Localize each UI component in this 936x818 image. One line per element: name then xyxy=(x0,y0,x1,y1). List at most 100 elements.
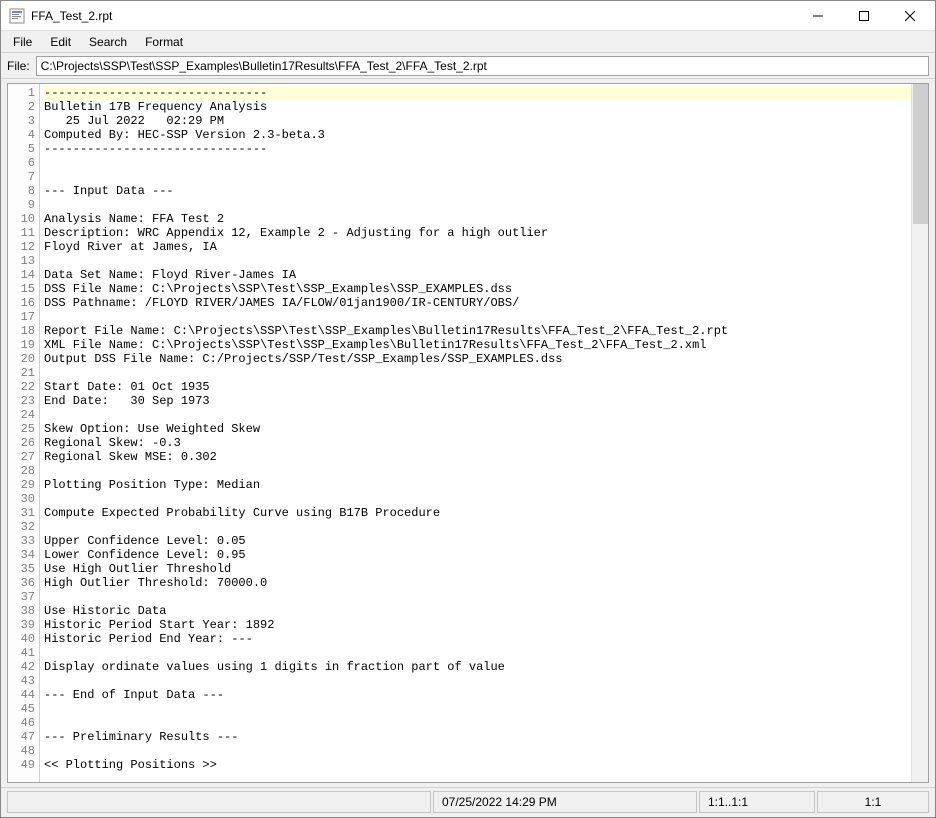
line-number: 12 xyxy=(8,240,39,254)
text-line[interactable]: Analysis Name: FFA Test 2 xyxy=(44,212,911,226)
line-number: 37 xyxy=(8,590,39,604)
file-path-input[interactable] xyxy=(36,56,929,76)
text-line[interactable]: Regional Skew MSE: 0.302 xyxy=(44,450,911,464)
text-line[interactable]: High Outlier Threshold: 70000.0 xyxy=(44,576,911,590)
statusbar: 07/25/2022 14:29 PM 1:1..1:1 1:1 xyxy=(1,787,935,815)
text-line[interactable] xyxy=(44,254,911,268)
text-line[interactable]: Lower Confidence Level: 0.95 xyxy=(44,548,911,562)
text-line[interactable]: Bulletin 17B Frequency Analysis xyxy=(44,100,911,114)
titlebar[interactable]: FFA_Test_2.rpt xyxy=(1,1,935,31)
text-line[interactable] xyxy=(44,366,911,380)
text-line[interactable]: << Plotting Positions >> xyxy=(44,758,911,772)
text-line[interactable]: Plotting Position Type: Median xyxy=(44,478,911,492)
text-line[interactable]: Start Date: 01 Oct 1935 xyxy=(44,380,911,394)
text-line[interactable]: Display ordinate values using 1 digits i… xyxy=(44,660,911,674)
text-line[interactable]: ------------------------------- xyxy=(44,142,911,156)
text-line[interactable]: ------------------------------- xyxy=(44,86,911,100)
menu-file[interactable]: File xyxy=(5,33,40,51)
editor-viewport: 1234567891011121314151617181920212223242… xyxy=(7,83,929,783)
line-number: 46 xyxy=(8,716,39,730)
text-line[interactable]: Regional Skew: -0.3 xyxy=(44,436,911,450)
line-number: 29 xyxy=(8,478,39,492)
scroll-thumb[interactable] xyxy=(913,84,928,224)
text-line[interactable]: Use Historic Data xyxy=(44,604,911,618)
line-number: 44 xyxy=(8,688,39,702)
text-line[interactable] xyxy=(44,492,911,506)
window-controls xyxy=(795,1,933,31)
maximize-button[interactable] xyxy=(841,1,887,31)
line-number: 40 xyxy=(8,632,39,646)
editor-area: 1234567891011121314151617181920212223242… xyxy=(1,79,935,787)
line-number: 21 xyxy=(8,366,39,380)
line-number: 27 xyxy=(8,450,39,464)
line-number: 42 xyxy=(8,660,39,674)
line-number: 2 xyxy=(8,100,39,114)
text-line[interactable]: End Date: 30 Sep 1973 xyxy=(44,394,911,408)
vertical-scrollbar[interactable] xyxy=(911,84,928,782)
line-number: 4 xyxy=(8,128,39,142)
text-line[interactable] xyxy=(44,702,911,716)
line-number: 48 xyxy=(8,744,39,758)
text-line[interactable]: Historic Period Start Year: 1892 xyxy=(44,618,911,632)
text-line[interactable] xyxy=(44,520,911,534)
line-number: 28 xyxy=(8,464,39,478)
line-number: 11 xyxy=(8,226,39,240)
text-line[interactable] xyxy=(44,646,911,660)
text-line[interactable] xyxy=(44,744,911,758)
text-line[interactable]: Description: WRC Appendix 12, Example 2 … xyxy=(44,226,911,240)
text-line[interactable]: DSS File Name: C:\Projects\SSP\Test\SSP_… xyxy=(44,282,911,296)
file-path-label: File: xyxy=(7,59,30,73)
text-line[interactable] xyxy=(44,590,911,604)
line-number: 17 xyxy=(8,310,39,324)
text-line[interactable]: 25 Jul 2022 02:29 PM xyxy=(44,114,911,128)
text-line[interactable]: Compute Expected Probability Curve using… xyxy=(44,506,911,520)
line-number: 41 xyxy=(8,646,39,660)
app-icon xyxy=(9,8,25,24)
file-path-row: File: xyxy=(1,53,935,79)
text-line[interactable] xyxy=(44,310,911,324)
text-line[interactable]: Historic Period End Year: --- xyxy=(44,632,911,646)
menu-edit[interactable]: Edit xyxy=(42,33,79,51)
line-number: 16 xyxy=(8,296,39,310)
line-number: 39 xyxy=(8,618,39,632)
text-line[interactable]: DSS Pathname: /FLOYD RIVER/JAMES IA/FLOW… xyxy=(44,296,911,310)
text-line[interactable]: --- End of Input Data --- xyxy=(44,688,911,702)
text-line[interactable] xyxy=(44,674,911,688)
text-line[interactable] xyxy=(44,464,911,478)
text-line[interactable]: Data Set Name: Floyd River-James IA xyxy=(44,268,911,282)
text-line[interactable]: Output DSS File Name: C:/Projects/SSP/Te… xyxy=(44,352,911,366)
line-number: 22 xyxy=(8,380,39,394)
text-line[interactable] xyxy=(44,156,911,170)
text-line[interactable]: Computed By: HEC-SSP Version 2.3-beta.3 xyxy=(44,128,911,142)
status-cell-1 xyxy=(7,791,431,813)
line-number: 19 xyxy=(8,338,39,352)
status-position: 1:1 xyxy=(817,791,929,813)
menu-format[interactable]: Format xyxy=(137,33,191,51)
minimize-button[interactable] xyxy=(795,1,841,31)
line-number: 49 xyxy=(8,758,39,772)
line-number: 38 xyxy=(8,604,39,618)
text-line[interactable]: Floyd River at James, IA xyxy=(44,240,911,254)
line-number: 13 xyxy=(8,254,39,268)
line-number: 9 xyxy=(8,198,39,212)
text-line[interactable]: XML File Name: C:\Projects\SSP\Test\SSP_… xyxy=(44,338,911,352)
menu-search[interactable]: Search xyxy=(81,33,135,51)
text-content[interactable]: -------------------------------Bulletin … xyxy=(40,84,911,782)
text-line[interactable] xyxy=(44,170,911,184)
text-line[interactable]: Use High Outlier Threshold xyxy=(44,562,911,576)
text-line[interactable]: Skew Option: Use Weighted Skew xyxy=(44,422,911,436)
line-number: 6 xyxy=(8,156,39,170)
text-line[interactable] xyxy=(44,198,911,212)
line-number: 34 xyxy=(8,548,39,562)
close-button[interactable] xyxy=(887,1,933,31)
line-number: 20 xyxy=(8,352,39,366)
line-number: 8 xyxy=(8,184,39,198)
text-line[interactable]: --- Input Data --- xyxy=(44,184,911,198)
title-left: FFA_Test_2.rpt xyxy=(9,8,112,24)
line-number: 5 xyxy=(8,142,39,156)
text-line[interactable] xyxy=(44,408,911,422)
text-line[interactable] xyxy=(44,716,911,730)
text-line[interactable]: Report File Name: C:\Projects\SSP\Test\S… xyxy=(44,324,911,338)
text-line[interactable]: --- Preliminary Results --- xyxy=(44,730,911,744)
text-line[interactable]: Upper Confidence Level: 0.05 xyxy=(44,534,911,548)
